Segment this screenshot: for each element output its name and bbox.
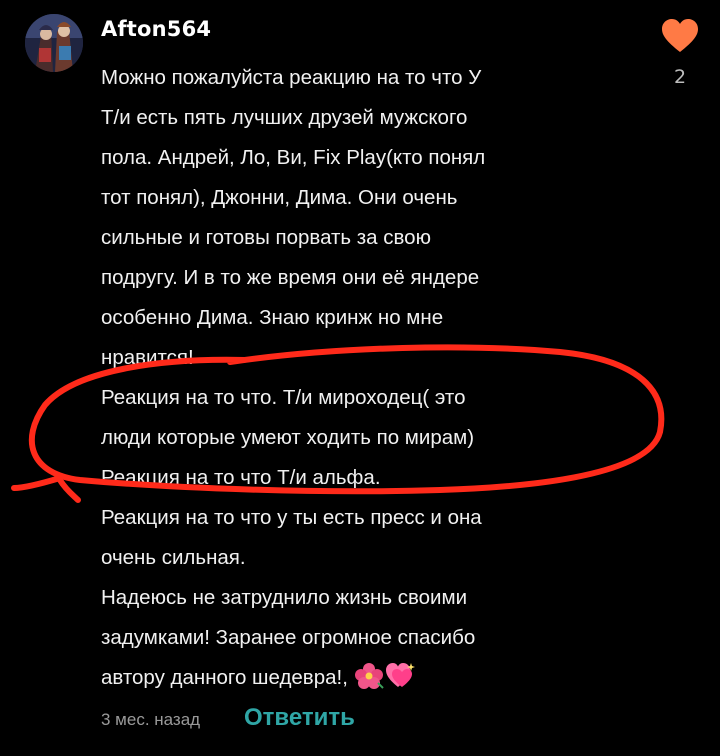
reply-button[interactable]: Ответить (244, 704, 355, 732)
comment-line-text: автору данного шедевра!, (101, 666, 348, 689)
comment-line: особенно Дима. Знаю кринж но мне (101, 306, 444, 329)
avatar[interactable] (25, 14, 83, 72)
comment-line: подругу. И в то же время они её яндере (101, 266, 480, 289)
comment-line: Реакция на то что. Т/и мироходец( это (101, 386, 466, 409)
comment-line: сильные и готовы порвать за свою (101, 226, 431, 249)
comment-text: Можно пожалуйста реакцию на то что У Т/и… (101, 58, 641, 703)
comment-line: пола. Андрей, Ло, Ви, Fix Play(кто понял (101, 146, 486, 169)
author-name[interactable]: Afton564 (101, 17, 211, 41)
comment-line: Реакция на то что Т/и альфа. (101, 466, 381, 489)
comment-line: тот понял), Джонни, Дима. Они очень (101, 186, 458, 209)
comment-card: Afton564 2 Можно пожалуйста реакцию на т… (0, 0, 720, 756)
comment-line: очень сильная. (101, 546, 246, 569)
comment-line: Можно пожалуйста реакцию на то что У (101, 66, 482, 89)
sparkling-heart-emoji (384, 661, 416, 703)
comment-line: Т/и есть пять лучших друзей мужского (101, 106, 468, 129)
comment-line-last: автору данного шедевра!, (101, 658, 641, 703)
like-button[interactable] (660, 18, 700, 54)
heart-icon (662, 19, 698, 52)
like-count: 2 (673, 66, 687, 88)
comment-line: люди которые умеют ходить по мирам) (101, 426, 475, 449)
comment-line: Надеюсь не затруднило жизнь своими (101, 586, 468, 609)
comment-line: задумками! Заранее огромное спасибо (101, 626, 476, 649)
hibiscus-emoji (354, 661, 384, 703)
comment-line: нравится! (101, 346, 194, 369)
avatar-image (25, 14, 83, 72)
comment-line: Реакция на то что у ты есть пресс и она (101, 506, 482, 529)
comment-timestamp: 3 мес. назад (101, 710, 201, 729)
